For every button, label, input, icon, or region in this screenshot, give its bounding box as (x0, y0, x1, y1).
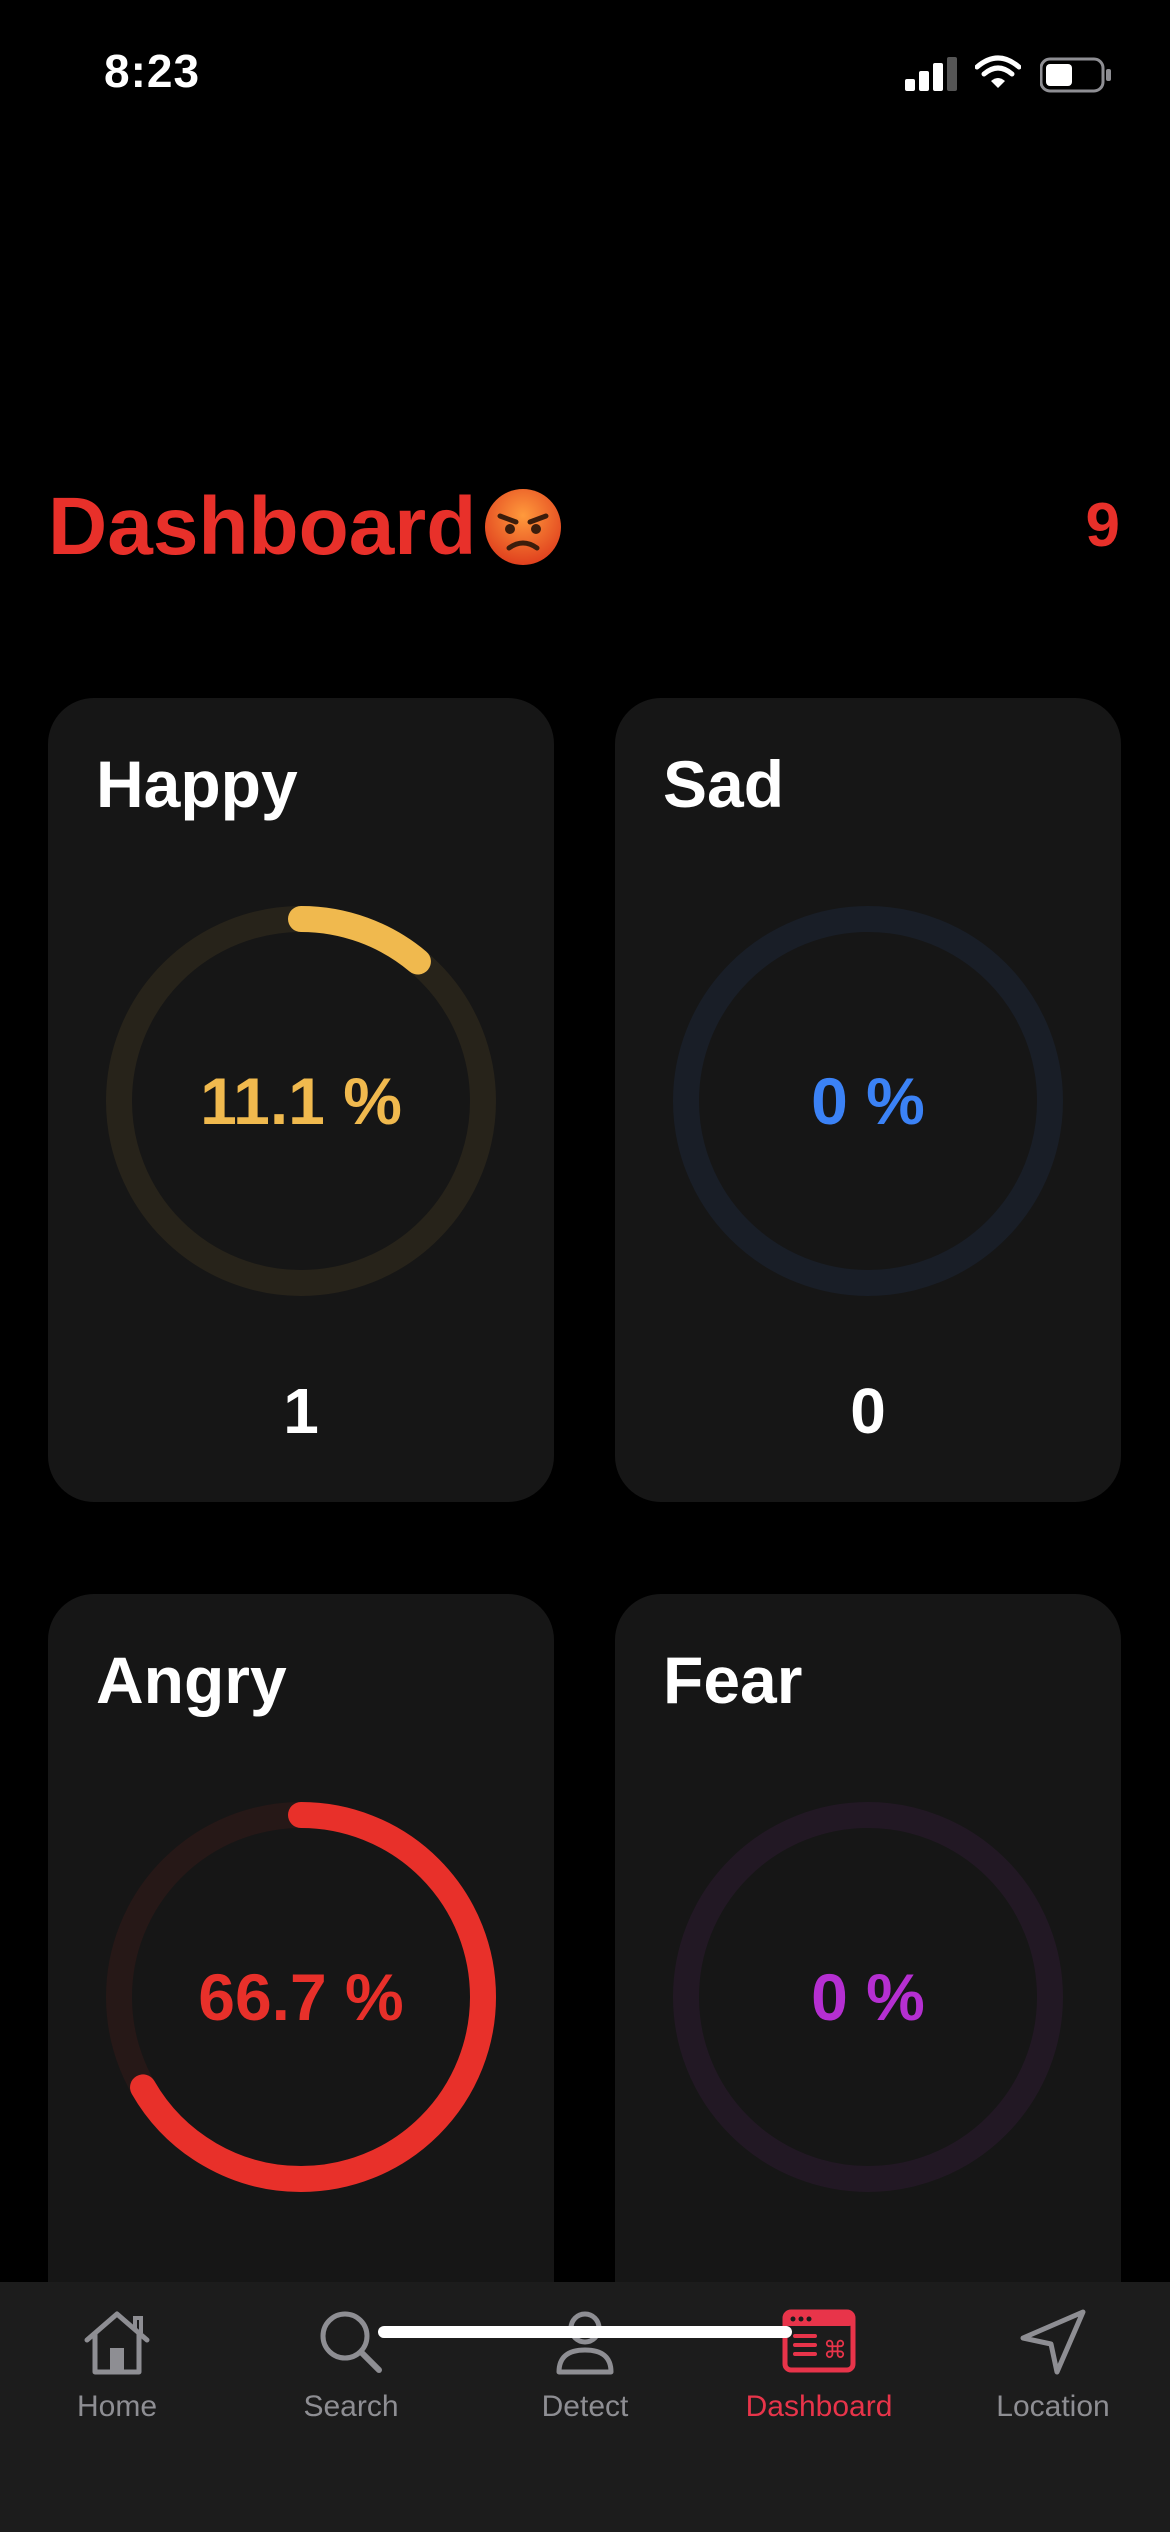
tab-label: Location (996, 2390, 1110, 2423)
percent-text: 0 % (811, 1064, 925, 1138)
emotion-count: 1 (283, 1375, 319, 1447)
house-icon (84, 2311, 150, 2375)
card-title: Angry (96, 1643, 287, 1717)
tab-label: Dashboard (745, 2390, 893, 2423)
location-arrow-icon (1020, 2309, 1086, 2375)
tab-home[interactable]: Home (0, 2302, 234, 2472)
card-title: Sad (663, 747, 785, 821)
status-time: 8:23 (104, 45, 201, 97)
emotion-card-fear[interactable]: Fear 0 % (615, 1594, 1121, 2398)
emotion-card-angry[interactable]: Angry 66.7 % (48, 1594, 554, 2398)
page-title-text: Dashboard (48, 481, 477, 572)
wifi-icon (975, 55, 1021, 88)
page-title: Dashboard (48, 480, 564, 574)
home-indicator[interactable] (378, 2326, 792, 2338)
person-icon (556, 2311, 614, 2375)
card-title: Fear (663, 1643, 803, 1717)
status-bar: 8:23 (0, 0, 1170, 150)
tab-bar: Home Search Detect ⌘ Dashboard Location (0, 2282, 1170, 2532)
angry-face-icon (485, 489, 562, 565)
emotion-card-sad[interactable]: Sad 0 % 0 (615, 698, 1121, 1502)
tab-location[interactable]: Location (936, 2302, 1170, 2472)
total-count: 9 (1085, 491, 1120, 560)
percent-text: 0 % (811, 1960, 925, 2034)
tab-label: Home (76, 2390, 158, 2423)
svg-text:⌘: ⌘ (823, 2336, 847, 2364)
emotion-card-happy[interactable]: Happy 11.1 % 1 (48, 698, 554, 1502)
card-title: Happy (96, 747, 298, 821)
dashboard-window-icon: ⌘ (782, 2309, 856, 2373)
emotion-count: 0 (850, 1375, 886, 1447)
percent-text: 66.7 % (198, 1960, 404, 2034)
percent-text: 11.1 % (200, 1064, 402, 1138)
tab-label: Detect (541, 2390, 629, 2423)
battery-icon (1040, 57, 1111, 93)
tab-label: Search (303, 2390, 399, 2423)
magnifier-icon (320, 2311, 382, 2373)
cellular-signal-icon (905, 57, 957, 91)
